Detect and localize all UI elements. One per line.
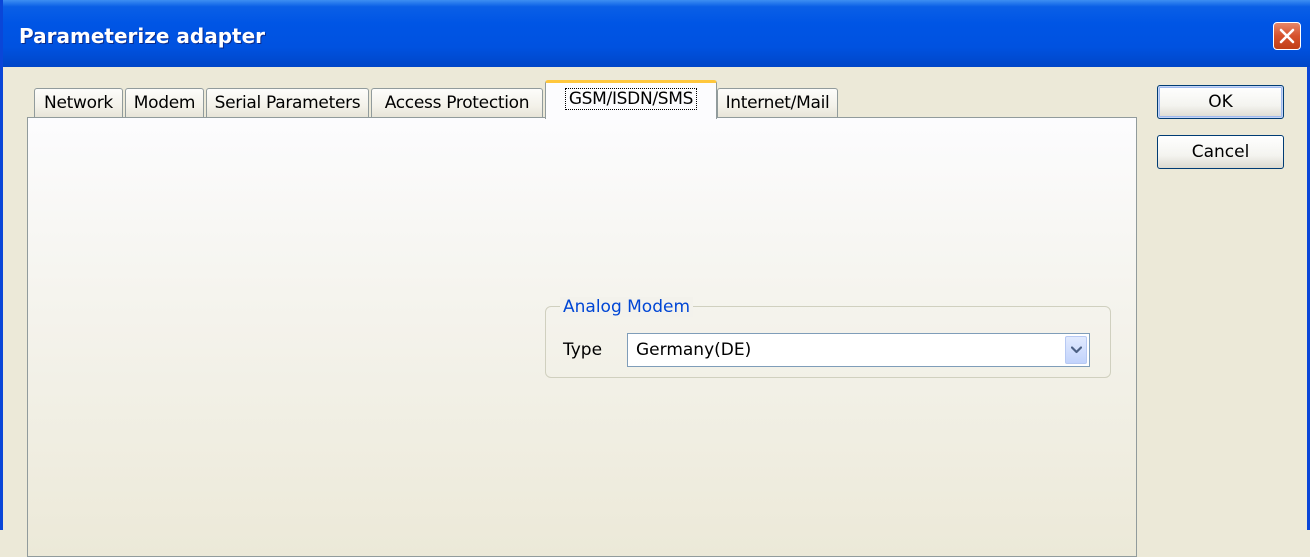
tab-internet-mail[interactable]: Internet/Mail [717,88,838,118]
title-bar[interactable]: Parameterize adapter [3,0,1310,67]
tab-access-protection[interactable]: Access Protection [371,88,543,118]
close-icon [1279,28,1295,44]
ok-button[interactable]: OK [1157,85,1284,119]
type-label: Type [563,340,603,360]
analog-modem-group-label: Analog Modem [560,297,694,317]
type-select-value: Germany(DE) [636,340,752,360]
tab-modem[interactable]: Modem [125,88,204,118]
tab-label: GSM/ISDN/SMS [564,88,698,110]
type-select[interactable]: Germany(DE) [627,333,1090,367]
window-title: Parameterize adapter [19,24,266,48]
tab-label: Serial Parameters [214,93,361,113]
tab-gsm-isdn-sms[interactable]: GSM/ISDN/SMS [545,80,717,119]
type-dropdown-button[interactable] [1065,336,1087,364]
tab-label: Network [44,93,113,113]
tab-serial-parameters[interactable]: Serial Parameters [206,88,369,118]
tab-label: Modem [133,93,196,113]
tab-network[interactable]: Network [34,88,123,118]
chevron-down-icon [1071,346,1082,354]
tab-label: Access Protection [384,93,530,113]
cancel-button[interactable]: Cancel [1157,135,1284,169]
tab-label: Internet/Mail [725,93,830,113]
close-button[interactable] [1273,22,1301,50]
